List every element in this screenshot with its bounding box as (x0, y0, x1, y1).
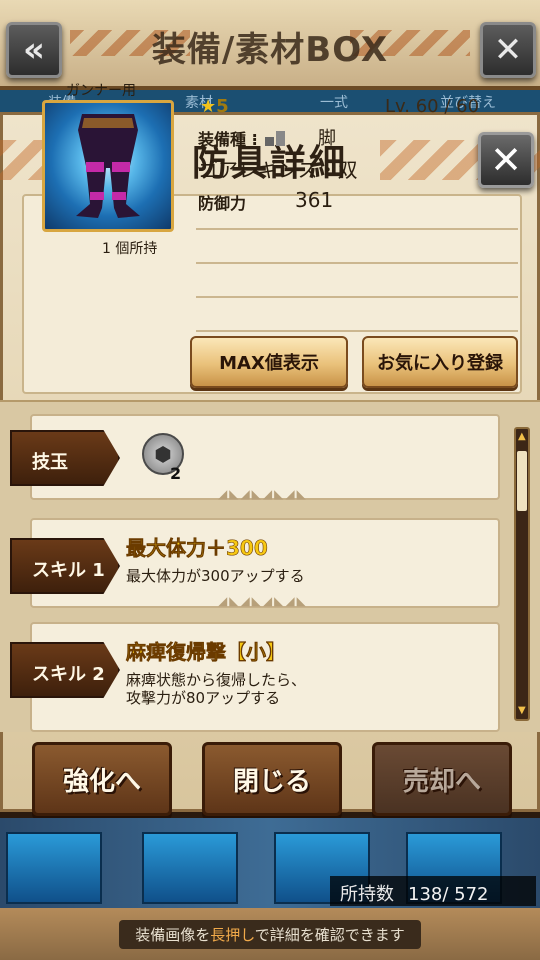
footer: 装備画像を長押しで詳細を確認できます (0, 908, 540, 960)
skill-name-2: 麻痺復帰撃【小】 (126, 640, 287, 665)
inventory-value: 138/ 572 (408, 884, 489, 905)
defense-value: 361 (295, 188, 334, 212)
divider-dots: ◢◣◢◣◢◣◢◣ (218, 487, 308, 501)
tab-set[interactable]: 一式 (320, 92, 348, 112)
back-arrow-icon: « (23, 30, 45, 70)
skill-desc-1: 最大体力が300アップする (126, 567, 305, 585)
hint-text: 装備画像を長押しで詳細を確認できます (119, 919, 421, 949)
close-icon: ✕ (490, 138, 522, 182)
max-stats-button[interactable]: MAX値表示 (190, 336, 348, 388)
hint-highlight: 長押し (210, 925, 255, 944)
close-icon: ✕ (493, 30, 523, 70)
rarity: ★5 (200, 96, 229, 117)
skill-desc-2-line2: 攻撃力が80アップする (126, 689, 281, 707)
favorite-button[interactable]: お気に入り登録 (362, 336, 518, 388)
top-header: 装備/素材BOX « ✕ (0, 0, 540, 90)
level: Lv. 60 / 60 (385, 96, 480, 117)
divider-dots: ◢◣◢◣◢◣◢◣ (218, 594, 308, 608)
inventory-label: 所持数 (340, 884, 394, 905)
usage-label: ガンナー用 (66, 83, 136, 99)
close-button[interactable]: 閉じる (202, 742, 342, 816)
divider (196, 330, 518, 332)
skill-name-1: 最大体力＋300 (126, 536, 268, 561)
inventory-count: 所持数 138/ 572 (330, 876, 536, 906)
defense-label: 防御力 (198, 194, 247, 213)
rarity-star-icon: ★ (200, 96, 217, 117)
gem-count: 2 (170, 464, 182, 483)
equipment-thumbnail[interactable] (6, 832, 102, 904)
equip-type-value: 脚 (318, 128, 336, 149)
divider (196, 262, 518, 264)
armor-name: ゴアレギンス・双 (198, 158, 358, 182)
armor-type-icon (265, 131, 286, 146)
owned-count: 1 個所持 (102, 241, 158, 257)
skill-tag-2: スキル 2 (10, 642, 120, 698)
skills-scrollbar[interactable]: ▲ ▼ (514, 427, 530, 721)
dialog-close-button[interactable]: ✕ (478, 132, 534, 188)
sell-button[interactable]: 売却へ (372, 742, 512, 816)
divider (196, 228, 518, 230)
scroll-thumb[interactable] (517, 451, 527, 511)
armor-image[interactable] (42, 100, 174, 232)
skill-tag-1: スキル 1 (10, 538, 120, 594)
enhance-button[interactable]: 強化へ (32, 742, 172, 816)
back-button[interactable]: « (6, 22, 62, 78)
armor-legs-icon (76, 114, 140, 218)
divider (196, 296, 518, 298)
slot-tag: 技玉 (10, 430, 120, 486)
equipment-thumbnail[interactable] (142, 832, 238, 904)
rarity-value: 5 (216, 96, 229, 117)
scroll-up-icon[interactable]: ▲ (518, 431, 526, 443)
page-title: 装備/素材BOX (151, 30, 389, 70)
skill-desc-2-line1: 麻痺状態から復帰したら、 (126, 671, 307, 689)
equip-type-label: 装備種 ⁝ (198, 126, 287, 150)
top-close-button[interactable]: ✕ (480, 22, 536, 78)
scroll-down-icon[interactable]: ▼ (518, 705, 526, 717)
